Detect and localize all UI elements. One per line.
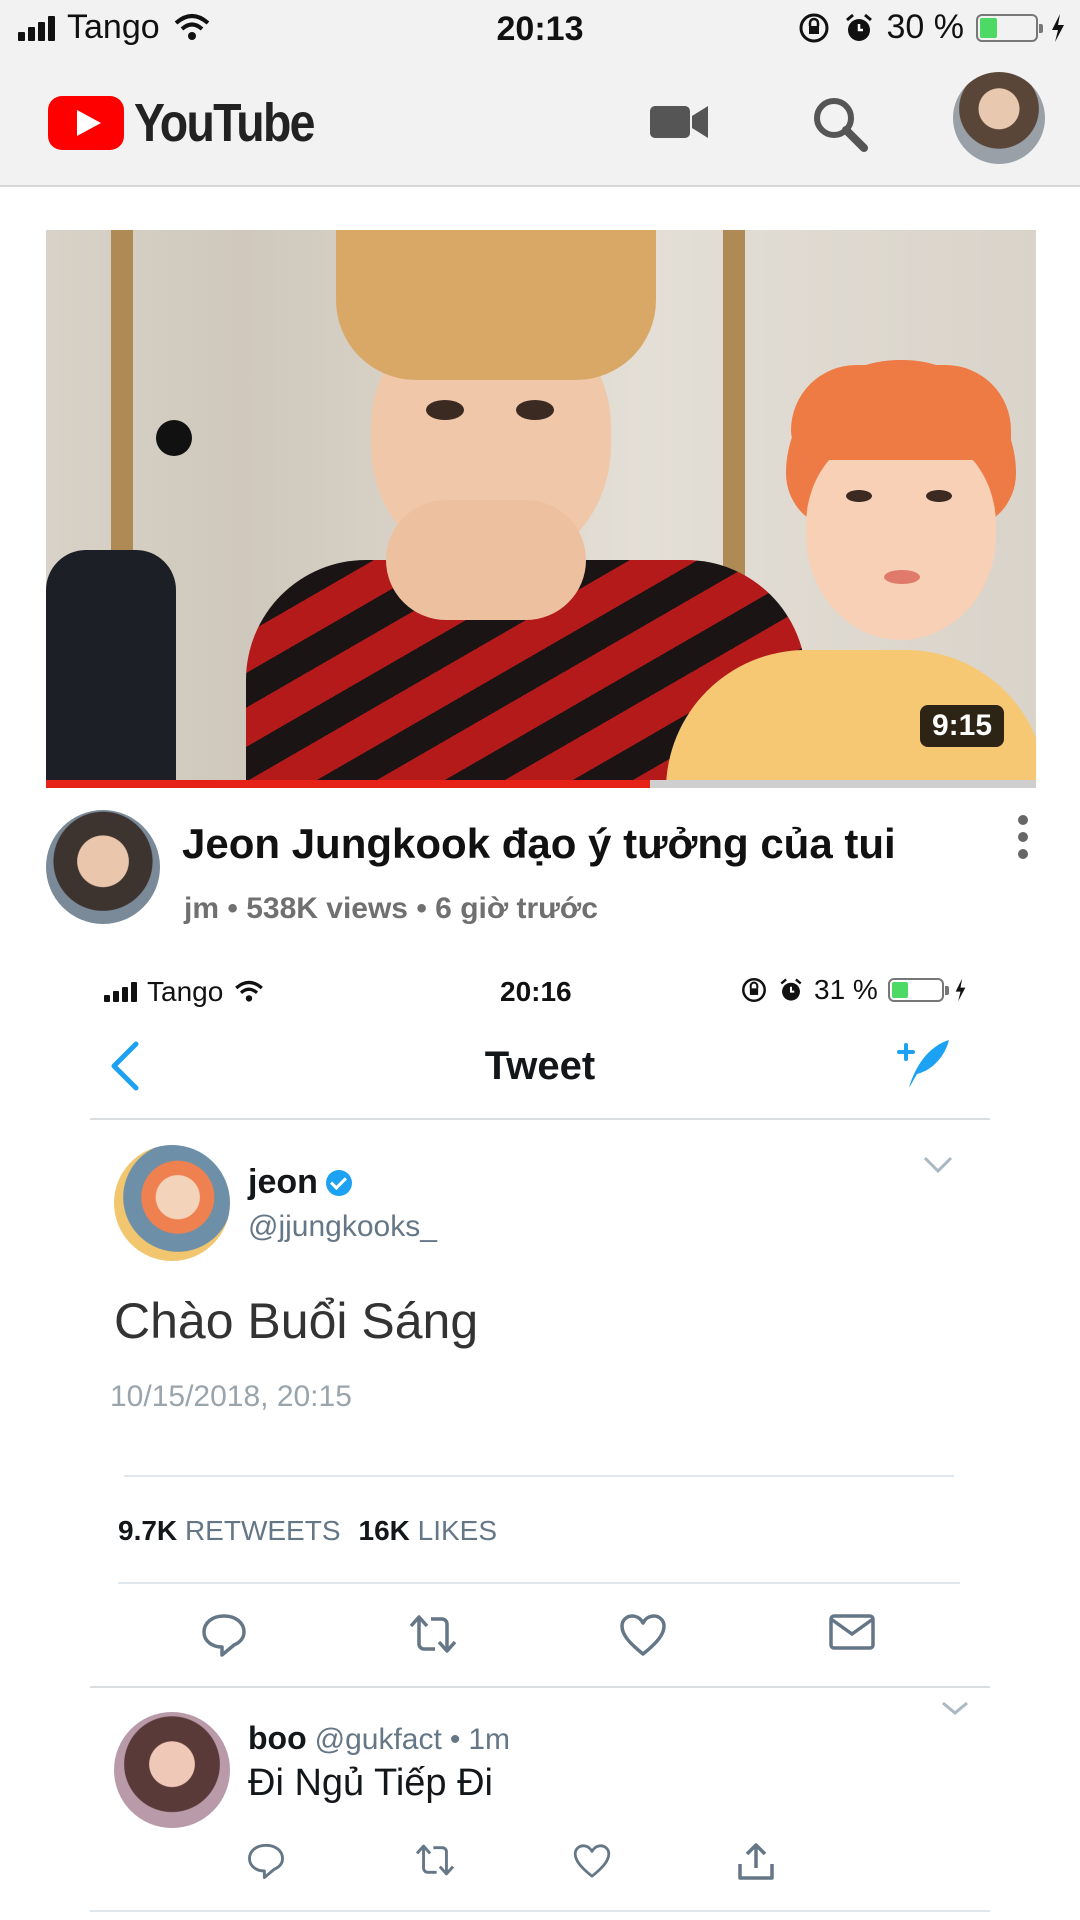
retweet-icon[interactable] <box>412 1842 458 1878</box>
meta-separator: • <box>416 892 436 925</box>
carrier-label: Tango <box>147 976 224 1007</box>
person-1 <box>516 400 554 420</box>
wifi-icon <box>235 980 264 1002</box>
status-bar: Tango 20:13 30 % <box>0 0 1080 60</box>
retweet-icon[interactable] <box>405 1612 461 1656</box>
tweet-author-name: jeon <box>248 1163 318 1201</box>
video-title[interactable]: Jeon Jungkook đạo ý tưởng của tui <box>182 820 896 868</box>
person-2 <box>884 570 920 584</box>
direct-message-icon[interactable] <box>828 1612 876 1652</box>
status-right: 30 % <box>797 8 1067 47</box>
like-label: LIKES <box>417 1515 498 1546</box>
person-2 <box>846 490 872 502</box>
more-options-icon[interactable] <box>1016 815 1030 866</box>
reply-author-handle[interactable]: @gukfact <box>315 1723 442 1757</box>
person-2 <box>806 430 996 640</box>
battery-percent: 30 % <box>886 8 965 46</box>
carrier: Tango <box>104 976 265 1008</box>
thumbnail-background <box>46 550 176 780</box>
youtube-logo[interactable]: YouTube <box>48 92 343 154</box>
rotation-lock-icon <box>742 978 766 1002</box>
divider <box>124 1475 954 1477</box>
view-count: 538K views <box>246 892 408 925</box>
alarm-icon <box>845 13 872 41</box>
chevron-down-icon[interactable] <box>940 1700 970 1716</box>
youtube-wordmark: YouTube <box>134 93 315 153</box>
tweet-text: Chào Buổi Sáng <box>114 1293 479 1349</box>
video-duration: 9:15 <box>920 705 1005 747</box>
search-icon[interactable] <box>810 94 870 154</box>
divider <box>118 1582 960 1584</box>
rotation-lock-icon <box>799 13 828 42</box>
divider <box>90 1910 990 1912</box>
reply-author-avatar[interactable] <box>114 1712 230 1828</box>
reply-icon[interactable] <box>200 1612 248 1658</box>
thumbnail-background <box>156 420 192 456</box>
reply-age: 1m <box>468 1723 511 1756</box>
tweet-stats: 9.7K RETWEETS 16K LIKES <box>118 1515 497 1547</box>
battery-icon <box>887 978 949 1002</box>
meta-separator: • <box>227 892 247 925</box>
video-thumbnail[interactable]: 9:15 <box>46 230 1036 780</box>
battery-percent: 31 % <box>814 974 878 1005</box>
video-camera-icon[interactable] <box>650 102 710 142</box>
charging-bolt-icon <box>955 978 966 1002</box>
tweet-author[interactable]: jeon <box>248 1163 352 1202</box>
like-stat[interactable]: 16K LIKES <box>359 1515 498 1547</box>
share-icon[interactable] <box>736 1842 776 1882</box>
divider <box>90 1686 990 1688</box>
channel-avatar[interactable] <box>46 810 160 924</box>
retweet-stat[interactable]: 9.7K RETWEETS <box>118 1515 341 1547</box>
like-heart-icon[interactable] <box>618 1612 668 1658</box>
divider <box>90 1118 990 1120</box>
tweet-timestamp: 10/15/2018, 20:15 <box>110 1380 352 1413</box>
status-time: 20:16 <box>500 976 572 1007</box>
like-heart-icon[interactable] <box>572 1842 612 1880</box>
person-1 <box>336 230 656 380</box>
tweet-author-avatar[interactable] <box>114 1145 230 1261</box>
person-1 <box>426 400 464 420</box>
retweet-count: 9.7K <box>118 1515 178 1546</box>
youtube-header: YouTube <box>0 60 1080 187</box>
chevron-down-icon[interactable] <box>922 1155 954 1175</box>
person-2 <box>791 365 1011 460</box>
reply-text: Đi Ngủ Tiếp Đi <box>248 1762 493 1804</box>
status-right: 31 % <box>740 974 967 1006</box>
watch-progress-bar <box>46 780 650 788</box>
reply-icon[interactable] <box>246 1842 286 1880</box>
compose-tweet-icon[interactable] <box>893 1036 953 1092</box>
tweet-author-handle[interactable]: @jjungkooks_ <box>248 1210 437 1244</box>
youtube-play-icon <box>48 96 124 150</box>
charging-bolt-icon <box>1052 13 1064 42</box>
person-1 <box>386 500 586 620</box>
retweet-label: RETWEETS <box>184 1515 341 1546</box>
meta-separator: • <box>449 1723 461 1756</box>
video-meta: jm • 538K views • 6 giờ trước <box>184 892 598 926</box>
verified-badge-icon <box>325 1169 352 1196</box>
reply-author-name[interactable]: boo <box>248 1720 307 1757</box>
channel-name: jm <box>184 892 220 925</box>
person-2 <box>926 490 952 502</box>
upload-age: 6 giờ trước <box>435 892 598 925</box>
battery-icon <box>976 13 1043 42</box>
signal-icon <box>104 982 137 1002</box>
alarm-icon <box>780 978 802 1001</box>
reply-header: boo @gukfact • 1m <box>248 1720 510 1757</box>
account-avatar[interactable] <box>953 72 1045 164</box>
like-count: 16K <box>358 1515 410 1546</box>
